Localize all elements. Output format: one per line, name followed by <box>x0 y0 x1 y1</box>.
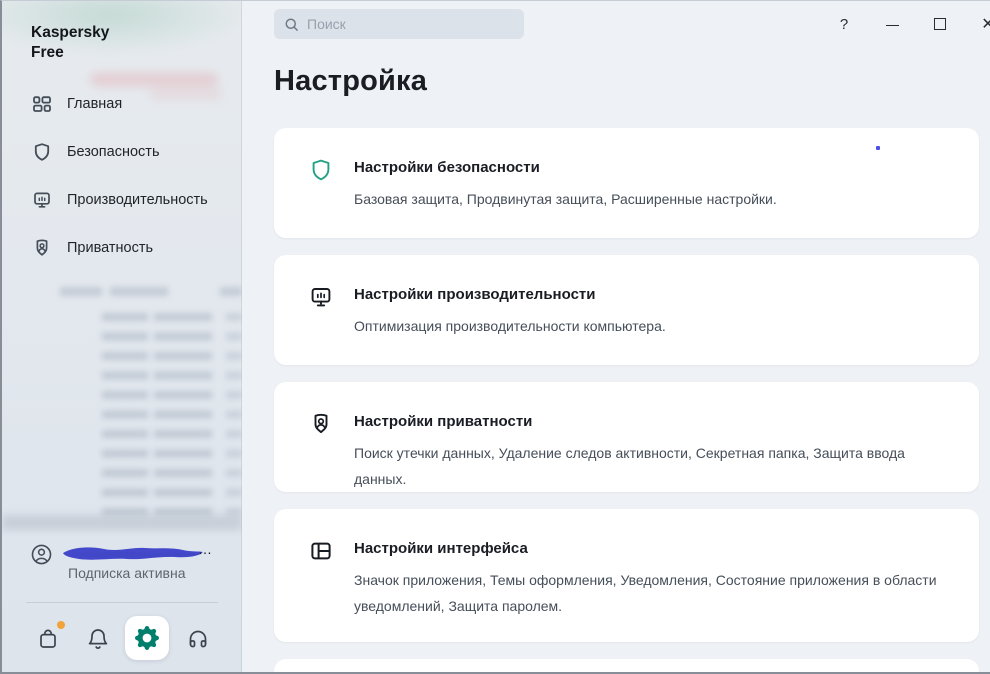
sidebar-blur-artifact <box>220 287 242 296</box>
search-bar[interactable] <box>274 9 524 39</box>
privacy-shield-icon <box>309 412 333 436</box>
card-partially-visible[interactable] <box>274 659 979 672</box>
sidebar-divider <box>26 602 218 603</box>
redacted-name-ellipsis: … <box>198 541 213 557</box>
kaspersky-app-window: Kaspersky Free Главная Безопасность Прои… <box>0 0 990 674</box>
card-security-settings[interactable]: Настройки безопасности Базовая защита, П… <box>274 128 979 238</box>
minimize-button[interactable] <box>879 11 905 37</box>
shopping-bag-icon[interactable] <box>36 627 60 651</box>
sidebar-item-label: Безопасность <box>67 144 160 160</box>
maximize-icon <box>934 18 946 30</box>
card-privacy-settings[interactable]: Настройки приватности Поиск утечки данны… <box>274 382 979 492</box>
gear-icon <box>135 626 159 650</box>
shield-icon <box>32 142 52 162</box>
card-title: Настройки интерфейса <box>354 540 528 557</box>
card-description: Значок приложения, Темы оформления, Увед… <box>354 572 937 614</box>
sidebar-item-performance[interactable]: Производительность <box>2 176 242 224</box>
monitor-icon <box>32 190 52 210</box>
user-avatar-icon <box>30 543 53 566</box>
maximize-button[interactable] <box>927 11 953 37</box>
card-description: Оптимизация производительности компьютер… <box>354 318 666 334</box>
sidebar-item-label: Производительность <box>67 192 208 208</box>
redacted-account-name <box>59 542 207 564</box>
monitor-icon <box>309 285 333 309</box>
subscription-status: Подписка активна <box>68 565 186 581</box>
sidebar-blur-artifact <box>226 313 242 515</box>
app-logo-line1: Kaspersky <box>31 24 110 41</box>
sidebar-item-label: Главная <box>67 96 123 112</box>
sidebar-blur-artifact <box>154 313 212 515</box>
sidebar-item-label: Приватность <box>67 240 154 256</box>
sidebar-blur-artifact <box>2 515 242 530</box>
main-content: ? ✕ Настройка Настройки безопасности Баз… <box>242 1 990 672</box>
minimize-icon <box>885 24 899 26</box>
sidebar: Kaspersky Free Главная Безопасность Прои… <box>2 1 242 672</box>
close-button[interactable]: ✕ <box>975 11 990 37</box>
sidebar-bottom-bar <box>2 614 242 664</box>
card-title: Настройки приватности <box>354 413 533 430</box>
sidebar-blur-artifact <box>60 287 102 296</box>
sidebar-item-privacy[interactable]: Приватность <box>2 224 242 272</box>
card-interface-settings[interactable]: Настройки интерфейса Значок приложения, … <box>274 509 979 642</box>
settings-card-list: Настройки безопасности Базовая защита, П… <box>274 128 979 672</box>
app-logo: Kaspersky Free <box>31 23 109 63</box>
notification-badge-dot <box>57 621 65 629</box>
sidebar-blur-artifact <box>102 313 148 515</box>
shield-icon <box>309 158 333 182</box>
card-performance-settings[interactable]: Настройки производительности Оптимизация… <box>274 255 979 365</box>
sidebar-nav: Главная Безопасность Производительность … <box>2 80 242 272</box>
headphones-icon[interactable] <box>186 627 210 651</box>
search-input[interactable] <box>307 16 514 32</box>
privacy-shield-icon <box>32 238 52 258</box>
stray-ink-dot <box>876 146 880 150</box>
sidebar-item-home[interactable]: Главная <box>2 80 242 128</box>
card-description: Базовая защита, Продвинутая защита, Расш… <box>354 191 777 207</box>
settings-gear-button-active[interactable] <box>125 616 169 660</box>
dashboard-icon <box>32 94 52 114</box>
app-logo-line2: Free <box>31 44 64 61</box>
account-section[interactable]: … Подписка активна <box>2 539 242 591</box>
layout-icon <box>309 539 333 563</box>
card-description: Поиск утечки данных, Удаление следов акт… <box>354 445 905 487</box>
page-title: Настройка <box>274 65 428 97</box>
sidebar-blur-artifact <box>110 287 168 296</box>
bell-icon[interactable] <box>86 627 110 651</box>
card-title: Настройки безопасности <box>354 159 540 176</box>
sidebar-item-security[interactable]: Безопасность <box>2 128 242 176</box>
card-title: Настройки производительности <box>354 286 596 303</box>
search-icon <box>284 17 299 32</box>
help-button[interactable]: ? <box>831 11 857 37</box>
